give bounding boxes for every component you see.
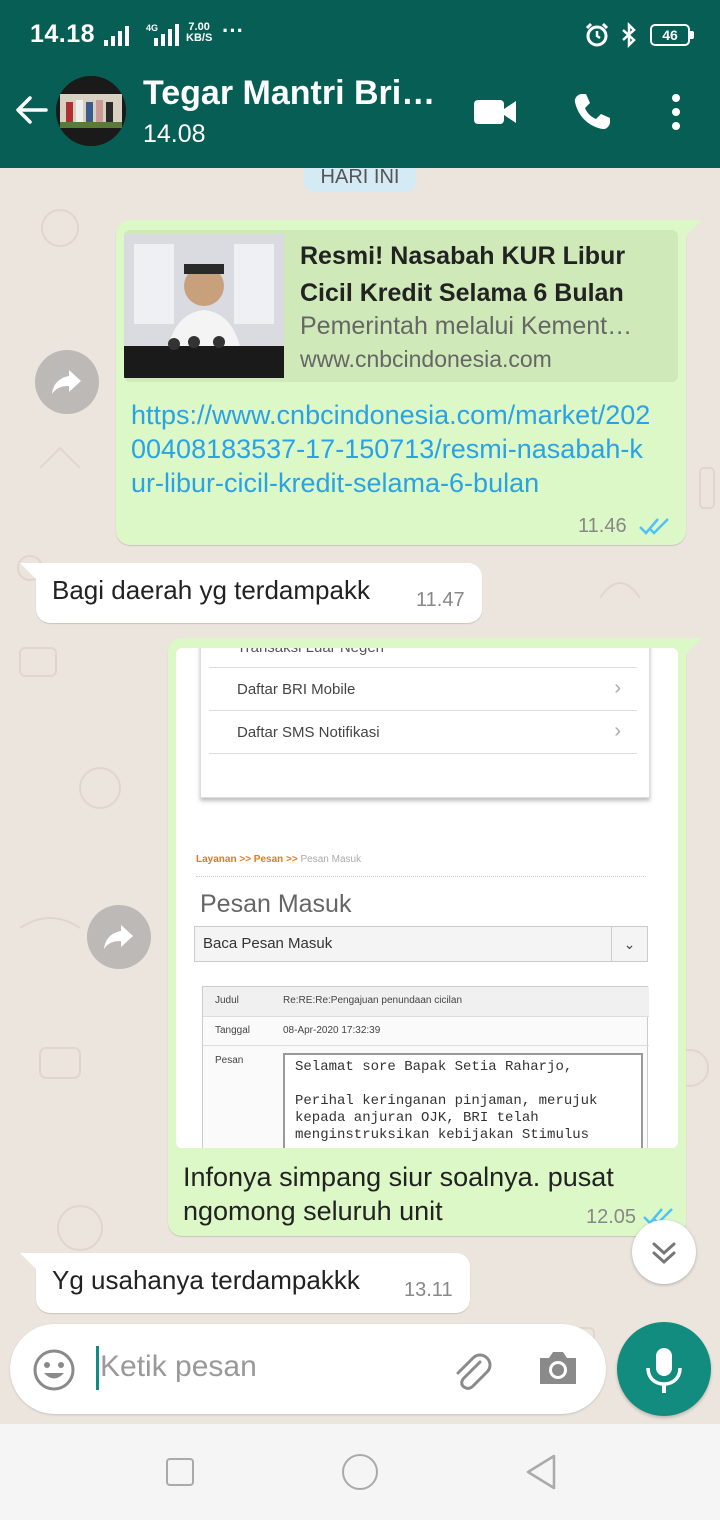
microphone-icon [646,1348,682,1393]
emoji-icon[interactable] [32,1348,76,1392]
message-link[interactable]: https://www.cnbcindonesia.com/market/202… [131,398,651,500]
message-time: 11.47 [416,589,465,611]
date-chip: HARI INI [304,168,416,192]
contact-avatar[interactable] [56,76,126,146]
message-text: Yg usahanya terdampakkk [52,1265,360,1295]
read-receipt-icon [639,518,669,535]
signal-icon [104,26,129,46]
status-time: 14.18 [30,20,96,48]
back-arrow-icon[interactable] [14,92,50,128]
message-incoming[interactable]: Bagi daerah yg terdampakk 11.47 [20,563,482,623]
message-composer: Ketik pesan [10,1324,606,1414]
double-chevron-down-icon [652,1242,676,1265]
chat-header: Tegar Mantri Bri… 14.08 [0,62,720,168]
voice-call-icon[interactable] [570,90,614,134]
voice-record-button[interactable] [617,1322,711,1416]
link-preview-domain: www.cnbcindonesia.com [300,346,552,372]
chat-area[interactable]: HARI INI Resmi! Nasabah KUR Libur Cicil … [0,168,720,1424]
status-bar: 14.18 4G 7.00 KB/S ··· 46 [0,0,720,62]
forward-button[interactable] [35,350,99,414]
battery-icon: 46 [650,24,694,46]
text-cursor [96,1346,99,1390]
bluetooth-icon [622,22,636,48]
forward-icon [52,370,81,394]
system-nav-bar [0,1424,720,1520]
video-call-icon[interactable] [472,96,518,128]
forward-icon [104,925,133,949]
forward-button[interactable] [87,905,151,969]
link-preview-card[interactable]: Resmi! Nasabah KUR Libur Cicil Kredit Se… [124,230,678,382]
svg-text:4G: 4G [146,23,158,33]
contact-name[interactable]: Tegar Mantri Bri… [143,74,443,113]
last-seen: 14.08 [143,120,206,148]
overflow-menu-icon[interactable] [664,92,688,132]
paperclip-icon[interactable] [450,1348,492,1392]
message-incoming[interactable]: Yg usahanya terdampakkk 13.11 [20,1253,470,1313]
link-preview-description: Pemerintah melalui Kement… [300,312,633,340]
network-speed: 7.00 KB/S [186,21,213,44]
more-notifications-icon: ··· [222,18,244,43]
message-outgoing-link[interactable]: Resmi! Nasabah KUR Libur Cicil Kredit Se… [116,220,702,545]
message-time: 11.46 [578,515,627,537]
message-text: Bagi daerah yg terdampakk [52,575,370,605]
network-4g-icon: 4G [146,23,179,46]
message-image[interactable]: Transaksi Luar Negeri Daftar BRI Mobile … [176,648,678,1148]
scroll-to-bottom-button[interactable] [632,1220,696,1284]
message-time: 12.05 [586,1206,637,1228]
image-menu-panel: Transaksi Luar Negeri Daftar BRI Mobile … [200,648,650,798]
alarm-icon [585,22,609,47]
camera-icon[interactable] [536,1348,580,1388]
message-input[interactable]: Ketik pesan [100,1350,257,1384]
message-time: 13.11 [404,1279,453,1301]
link-preview-title: Resmi! Nasabah KUR Libur Cicil Kredit Se… [300,242,626,307]
back-triangle-icon[interactable] [522,1452,558,1492]
link-preview-thumbnail [124,234,284,378]
recents-button[interactable] [166,1458,194,1486]
message-outgoing-image[interactable]: Transaksi Luar Negeri Daftar BRI Mobile … [168,638,702,1236]
home-button[interactable] [342,1454,378,1490]
